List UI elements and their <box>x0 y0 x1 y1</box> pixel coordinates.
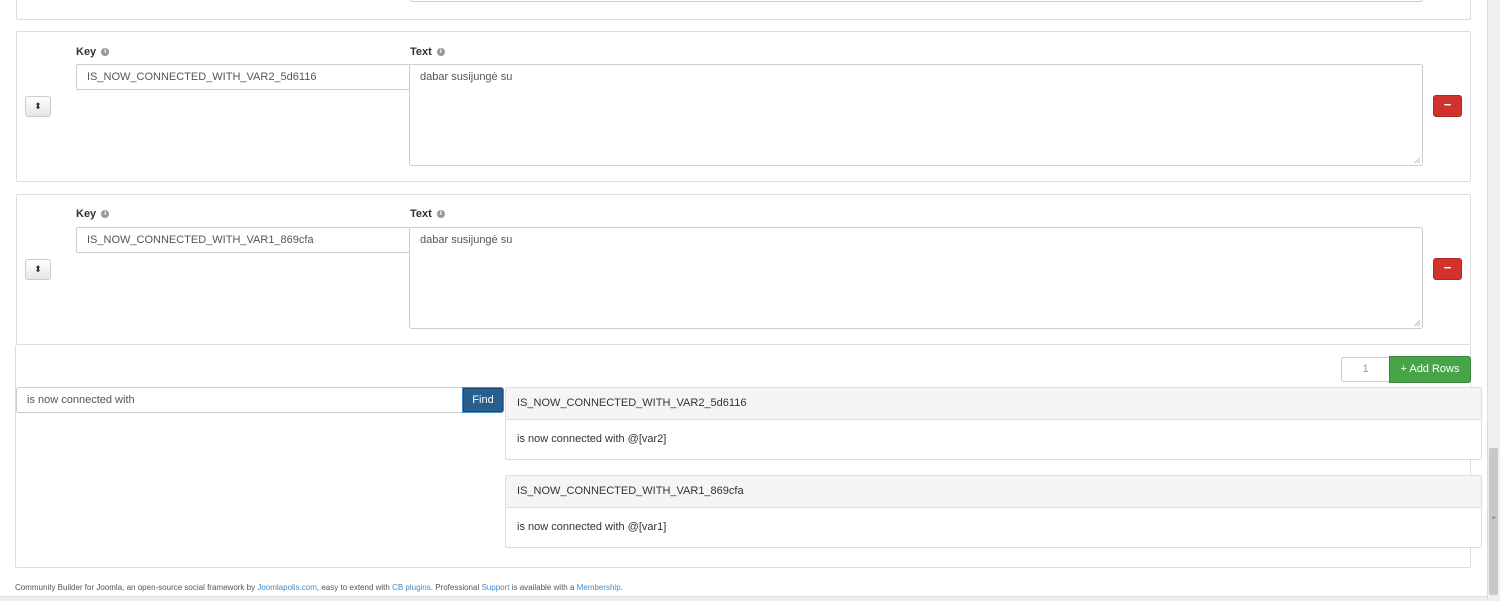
resize-handle[interactable] <box>1414 157 1420 163</box>
text-textarea[interactable]: dabar susijungė su <box>409 227 1423 329</box>
membership-link[interactable]: Membership <box>577 583 621 592</box>
search-result: IS_NOW_CONNECTED_WITH_VAR2_5d6116 is now… <box>505 387 1482 460</box>
result-key[interactable]: IS_NOW_CONNECTED_WITH_VAR2_5d6116 <box>506 388 1481 420</box>
info-icon[interactable]: i <box>101 210 110 218</box>
previous-text-field[interactable] <box>410 0 1423 2</box>
info-icon[interactable]: i <box>101 48 110 56</box>
joomlapolis-link[interactable]: Joomlapolis.com <box>257 583 317 592</box>
result-text: is now connected with @[var1] <box>517 521 667 533</box>
search-result: IS_NOW_CONNECTED_WITH_VAR1_869cfa is now… <box>505 475 1482 548</box>
text-textarea[interactable]: dabar susijungė su <box>409 64 1423 166</box>
add-rows-button[interactable]: + Add Rows <box>1389 356 1471 383</box>
key-label: Key i <box>76 46 110 58</box>
previous-row-panel <box>16 0 1471 20</box>
footer-part: Community Builder for Joomla, an open-so… <box>15 583 258 592</box>
footer-text: Community Builder for Joomla, an open-so… <box>15 583 623 592</box>
find-button[interactable]: Find <box>462 387 504 413</box>
minus-icon: − <box>1443 97 1452 112</box>
minus-icon: − <box>1443 260 1452 275</box>
sort-handle-button[interactable]: ⬍ <box>25 259 51 280</box>
remove-row-button[interactable]: − <box>1433 95 1462 117</box>
support-link[interactable]: Support <box>481 583 509 592</box>
key-label: Key i <box>76 208 110 220</box>
add-rows-count-input[interactable]: 1 <box>1341 357 1389 382</box>
language-row: Key i Text i IS_NOW_CONNECTED_WITH_VAR2_… <box>16 31 1471 182</box>
sort-icon: ⬍ <box>34 264 42 274</box>
key-input[interactable]: IS_NOW_CONNECTED_WITH_VAR1_869cfa <box>76 227 411 253</box>
text-textarea-value: dabar susijungė su <box>420 234 513 246</box>
resize-handle[interactable] <box>1414 320 1420 326</box>
key-label-text: Key <box>76 208 97 220</box>
remove-row-button[interactable]: − <box>1433 258 1462 280</box>
text-textarea-value: dabar susijungė su <box>420 71 513 83</box>
search-input[interactable]: is now connected with <box>16 387 463 413</box>
text-label: Text i <box>410 46 445 58</box>
result-key[interactable]: IS_NOW_CONNECTED_WITH_VAR1_869cfa <box>506 476 1481 508</box>
scrollbar-grip-icon: ≡ <box>1491 515 1496 522</box>
info-icon[interactable]: i <box>436 210 445 218</box>
sort-handle-button[interactable]: ⬍ <box>25 96 51 117</box>
text-label-text: Text <box>410 46 432 58</box>
text-label: Text i <box>410 208 445 220</box>
info-icon[interactable]: i <box>436 48 445 56</box>
key-label-text: Key <box>76 46 97 58</box>
footer-part: is available with a <box>509 583 577 592</box>
key-input[interactable]: IS_NOW_CONNECTED_WITH_VAR2_5d6116 <box>76 64 411 90</box>
footer-part: , easy to extend with <box>316 583 393 592</box>
footer-part: . <box>620 583 623 592</box>
bottom-divider <box>0 596 1500 601</box>
text-label-text: Text <box>410 208 432 220</box>
footer-part: . Professional <box>430 583 482 592</box>
result-text: is now connected with @[var2] <box>517 433 667 445</box>
cb-plugins-link[interactable]: CB plugins <box>392 583 431 592</box>
language-row: Key i Text i IS_NOW_CONNECTED_WITH_VAR1_… <box>16 194 1471 345</box>
sort-icon: ⬍ <box>34 101 42 111</box>
